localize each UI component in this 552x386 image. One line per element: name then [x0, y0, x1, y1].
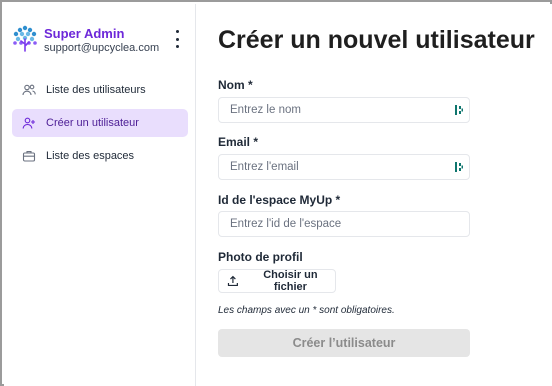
users-icon	[22, 83, 36, 97]
briefcase-icon	[22, 149, 36, 163]
email-label: Email *	[218, 135, 259, 149]
sidebar-item-label: Créer un utilisateur	[46, 117, 139, 129]
upload-icon	[227, 275, 238, 287]
page-title: Créer un nouvel utilisateur	[218, 26, 535, 54]
name-input[interactable]	[218, 97, 470, 123]
choose-file-label: Choisir un fichier	[263, 269, 318, 293]
password-manager-icon[interactable]	[454, 104, 464, 116]
create-user-form: Créer un nouvel utilisateur Nom * Email …	[196, 4, 552, 386]
sidebar-item-label: Liste des espaces	[46, 150, 135, 162]
profile-name: Super Admin	[44, 26, 125, 41]
create-user-button[interactable]: Créer l’utilisateur	[218, 329, 470, 357]
user-plus-icon	[22, 116, 36, 130]
sidebar-item-create-user[interactable]: Créer un utilisateur	[12, 109, 188, 137]
sidebar-item-spaces-list[interactable]: Liste des espaces	[12, 142, 188, 170]
app-window: Super Admin support@upcyclea.com Liste d…	[0, 0, 552, 386]
space-id-label: Id de l'espace MyUp *	[218, 193, 341, 207]
user-profile: Super Admin support@upcyclea.com	[12, 22, 190, 56]
profile-email: support@upcyclea.com	[44, 42, 160, 54]
more-options-icon[interactable]	[172, 30, 182, 48]
sidebar-item-users-list[interactable]: Liste des utilisateurs	[12, 76, 188, 104]
choose-file-button[interactable]: Choisir un fichier	[218, 269, 336, 293]
profile-photo-label: Photo de profil	[218, 250, 303, 264]
password-manager-icon[interactable]	[454, 161, 464, 173]
email-input[interactable]	[218, 154, 470, 180]
sidebar-nav: Liste des utilisateurs Créer un utilisat…	[12, 76, 188, 175]
sidebar: Super Admin support@upcyclea.com Liste d…	[4, 4, 196, 386]
name-label: Nom *	[218, 78, 253, 92]
tree-logo-icon	[13, 25, 37, 52]
required-fields-note: Les champs avec un * sont obligatoires.	[218, 305, 395, 316]
sidebar-item-label: Liste des utilisateurs	[46, 84, 146, 96]
space-id-input[interactable]	[218, 211, 470, 237]
